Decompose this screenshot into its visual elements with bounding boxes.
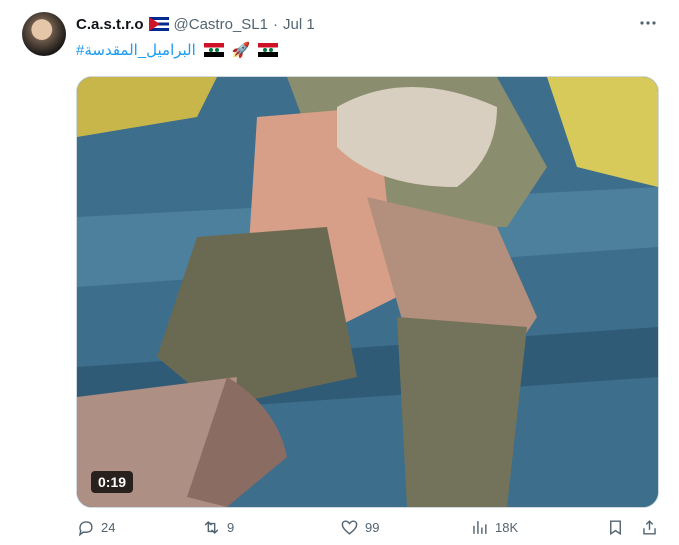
tweet: C.a.s.t.r.o @Castro_SL1 · Jul 1 #البرامي… <box>0 0 679 545</box>
user-handle[interactable]: @Castro_SL1 <box>174 16 268 33</box>
share-icon <box>643 520 656 535</box>
reply-button[interactable]: 24 <box>76 518 115 537</box>
reply-count: 24 <box>101 520 116 535</box>
hashtag-link[interactable]: #البراميل_المقدسة <box>76 41 196 59</box>
cuba-flag-icon <box>148 17 169 31</box>
tweet-text: #البراميل_المقدسة 🚀 <box>76 38 279 62</box>
bookmark-icon <box>610 520 621 536</box>
video-thumbnail <box>77 77 658 507</box>
separator: · <box>272 15 278 33</box>
video-duration: 0:19 <box>91 471 134 493</box>
retweet-count: 9 <box>227 520 235 535</box>
rocket-icon: 🚀 <box>231 42 251 59</box>
syria-flag-icon <box>203 43 224 57</box>
syria-flag-icon <box>258 43 279 57</box>
retweet-button[interactable]: 9 <box>202 518 234 537</box>
retweet-icon <box>204 520 219 535</box>
bookmark-button[interactable] <box>606 518 625 537</box>
avatar[interactable] <box>22 12 66 56</box>
display-name[interactable]: C.a.s.t.r.o <box>76 16 144 33</box>
reply-icon <box>78 521 93 537</box>
like-button[interactable]: 99 <box>340 518 379 537</box>
tweet-actions: 24 9 99 18K <box>76 518 657 544</box>
views-button[interactable]: 18K <box>470 518 518 537</box>
views-icon <box>473 521 487 534</box>
tweet-date[interactable]: Jul 1 <box>283 16 315 33</box>
video-player[interactable]: 0:19 <box>76 76 659 508</box>
heart-icon <box>341 520 358 535</box>
share-button[interactable] <box>640 518 659 537</box>
more-options-icon[interactable] <box>639 14 657 37</box>
like-count: 99 <box>365 520 380 535</box>
views-count: 18K <box>495 520 519 535</box>
tweet-header: C.a.s.t.r.o @Castro_SL1 · Jul 1 <box>76 13 315 35</box>
